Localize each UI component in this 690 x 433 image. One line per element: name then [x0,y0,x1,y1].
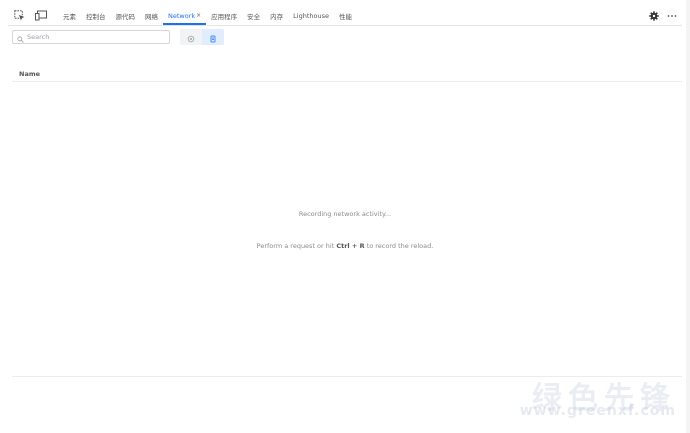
panel-tabs: 元素 控制台 源代码 网络 Network × 应用程序 安全 内存 Light… [58,6,357,25]
inspect-element-icon[interactable] [12,9,26,23]
tab-label: Network [168,11,196,20]
tab-label: 控制台 [86,12,106,21]
record-button[interactable] [180,29,202,45]
filter-bar [12,28,224,46]
devtools-panel: 元素 控制台 源代码 网络 Network × 应用程序 安全 内存 Light… [0,0,690,433]
reload-shortcut: Ctrl + R [336,242,365,250]
panel-divider [12,376,682,377]
search-icon [17,28,24,47]
hint-text-before: Perform a request or hit [256,242,337,250]
column-header-name[interactable]: Name [12,70,40,78]
hint-text-after: to record the reload. [364,242,434,250]
tab-console[interactable]: 控制台 [81,6,111,25]
gear-icon[interactable] [648,10,660,22]
tab-label: 性能 [339,12,352,21]
requests-table-header: Name [12,66,682,82]
tab-label: 网络 [145,12,158,21]
site-watermark: 绿色先锋 www.greenxf.com [510,373,680,421]
tab-network-cn[interactable]: 网络 [140,6,163,25]
empty-state-message: Recording network activity... [298,210,392,218]
tab-label: Lighthouse [293,11,329,20]
clear-icon [209,29,217,45]
close-icon[interactable]: × [196,12,201,19]
search-input[interactable] [27,33,157,41]
tab-label: 内存 [270,12,284,21]
watermark-url: www.greenxf.com [519,403,676,419]
device-toggle-icon[interactable] [34,9,48,23]
devtools-toolbar: 元素 控制台 源代码 网络 Network × 应用程序 安全 内存 Light… [8,6,682,26]
tab-label: 源代码 [115,12,136,21]
tab-elements[interactable]: 元素 [58,6,81,25]
tab-performance[interactable]: 性能 [334,6,357,25]
tab-label: 应用程序 [211,12,238,21]
tab-label: 元素 [63,12,76,21]
filter-buttons [180,29,224,45]
tab-network[interactable]: Network × [163,6,207,25]
tab-application[interactable]: 应用程序 [206,6,242,25]
toolbar-actions [642,6,678,25]
record-icon [187,29,195,45]
tab-sources[interactable]: 源代码 [111,6,141,25]
clear-button[interactable] [202,29,224,45]
tab-lighthouse[interactable]: Lighthouse [288,6,334,25]
tab-label: 安全 [247,12,261,21]
empty-state-hint: Perform a request or hit Ctrl + R to rec… [0,242,690,250]
tab-security[interactable]: 安全 [242,6,265,25]
window-edge [686,0,690,433]
tab-memory[interactable]: 内存 [265,6,288,25]
more-options-icon[interactable] [666,10,678,22]
watermark-text: 绿色先锋 [532,381,676,416]
search-field[interactable] [12,30,170,44]
